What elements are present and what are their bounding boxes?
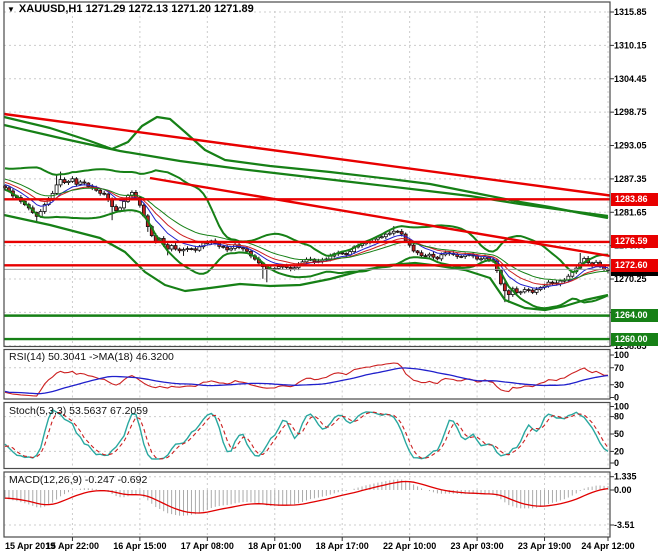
resistance-level-badge: 1276.59 (611, 235, 658, 249)
chart-window: 1315.85 1310.15 1304.45 1298.75 1293.05 1287.… (0, 0, 660, 560)
time-tick-label: 16 Apr 15:00 (113, 541, 166, 551)
support-level-badge: 1264.00 (611, 309, 658, 323)
dropdown-arrow-icon[interactable]: ▼ (7, 5, 15, 14)
price-tick-label: 1287.35 (614, 174, 647, 184)
price-tick-label: 1315.85 (614, 7, 647, 17)
ohlc-readout: 1271.29 1272.13 1271.20 1271.89 (85, 3, 254, 15)
time-tick-label: 23 Apr 03:00 (450, 541, 503, 551)
time-tick-label: 18 Apr 17:00 (316, 541, 369, 551)
price-tick-label: 1304.45 (614, 74, 647, 84)
stoch-tick-label: 50 (614, 429, 624, 439)
time-tick-label: 15 Apr 22:00 (46, 541, 99, 551)
price-tick-label: 1310.15 (614, 40, 647, 50)
price-tick-label: 1281.65 (614, 207, 647, 217)
gridlines (4, 11, 610, 536)
rsi-ma-line (4, 367, 609, 395)
time-axis: 15 Apr 201915 Apr 22:00 16 Apr 15:00 17 Ap… (5, 537, 635, 551)
rsi-pane-label: RSI(14) 50.3041 ->MA(18) 46.3200 (9, 351, 174, 363)
symbol-title: ▼ XAUUSD,H1 1271.29 1272.13 1271.20 1271.… (7, 3, 254, 15)
rsi-tick-label: 100 (614, 350, 629, 360)
stoch-tick-label: 100 (614, 402, 629, 412)
time-tick-label: 18 Apr 01:00 (248, 541, 301, 551)
support-level-badge: 1260.00 (611, 332, 658, 346)
time-tick-label: 17 Apr 08:00 (181, 541, 234, 551)
time-tick-label: 22 Apr 10:00 (383, 541, 436, 551)
price-tick-label: 1293.05 (614, 141, 647, 151)
macd-tick-label: -3.51 (614, 520, 635, 530)
macd-tick-label: 0.00 (614, 485, 632, 495)
stoch-tick-label: 20 (614, 446, 624, 456)
symbol-period-label: XAUUSD,H1 (18, 3, 83, 15)
stoch-tick-label: 80 (614, 412, 624, 422)
macd-pane-label: MACD(12,26,9) -0.247 -0.692 (9, 474, 148, 486)
resistance-level-badge: 1272.60 (611, 258, 658, 272)
rsi-tick-label: 70 (614, 363, 624, 373)
time-tick-label: 23 Apr 19:00 (518, 541, 571, 551)
trendline-upper-channel-resistance[interactable] (3, 112, 611, 197)
stoch-pane-label: Stoch(5,3,3) 53.5637 67.2059 (9, 405, 148, 417)
resistance-level-badge: 1283.86 (611, 192, 658, 206)
rsi-tick-label: 30 (614, 380, 624, 390)
price-tick-label: 1298.75 (614, 107, 647, 117)
time-tick-label: 24 Apr 12:00 (581, 541, 634, 551)
macd-tick-label: 1.335 (614, 472, 637, 482)
stoch-tick-label: 0 (614, 458, 619, 468)
